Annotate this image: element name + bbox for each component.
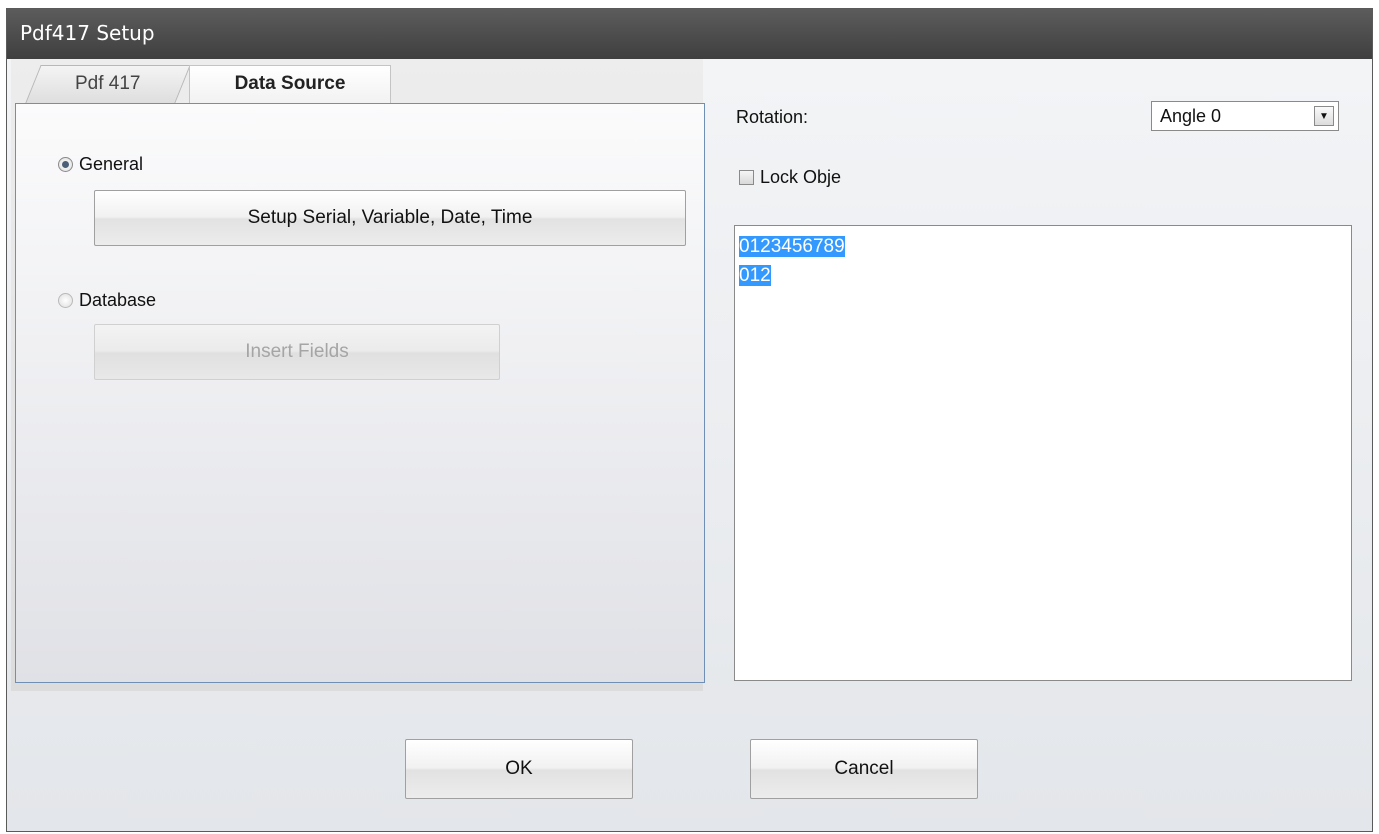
ok-button[interactable]: OK — [405, 739, 633, 799]
lock-object-label: Lock Obje — [760, 167, 842, 187]
tab-pdf417[interactable]: Pdf 417 — [25, 65, 191, 103]
chevron-down-icon[interactable]: ▼ — [1314, 106, 1334, 126]
lock-object-checkbox[interactable] — [739, 170, 754, 185]
title-bar[interactable]: Pdf417 Setup — [7, 9, 1372, 59]
rotation-select[interactable]: Angle 0 ▼ — [1151, 101, 1339, 131]
data-text-line: 0123456789 — [739, 236, 845, 257]
radio-selected-dot — [62, 161, 69, 168]
database-radio[interactable] — [58, 293, 73, 308]
data-text-line: 012 — [739, 265, 771, 286]
tab-data-source-label: Data Source — [234, 73, 346, 94]
setup-serial-variable-date-time-button[interactable]: Setup Serial, Variable, Date, Time — [94, 190, 686, 246]
tab-data-source[interactable]: Data Source — [189, 65, 391, 103]
pdf417-setup-dialog: Pdf417 Setup Pdf 417 Data Source General… — [6, 8, 1373, 832]
general-radio[interactable] — [58, 157, 73, 172]
database-label: Database — [79, 290, 157, 310]
rotation-label: Rotation: — [736, 107, 809, 127]
tab-pdf417-label: Pdf 417 — [75, 73, 141, 94]
window-title: Pdf417 Setup — [20, 21, 155, 45]
insert-fields-button[interactable]: Insert Fields — [94, 324, 500, 380]
data-text-area[interactable]: 0123456789 012 — [734, 225, 1352, 681]
lock-object-option[interactable]: Lock Obje — [739, 167, 841, 188]
data-source-panel: General Setup Serial, Variable, Date, Ti… — [15, 103, 705, 683]
database-option[interactable]: Database — [58, 290, 156, 311]
rotation-value: Angle 0 — [1160, 106, 1222, 126]
general-option[interactable]: General — [58, 154, 143, 175]
general-label: General — [79, 154, 144, 174]
cancel-button[interactable]: Cancel — [750, 739, 978, 799]
tab-area: Pdf 417 Data Source General Setup Serial… — [11, 59, 705, 691]
